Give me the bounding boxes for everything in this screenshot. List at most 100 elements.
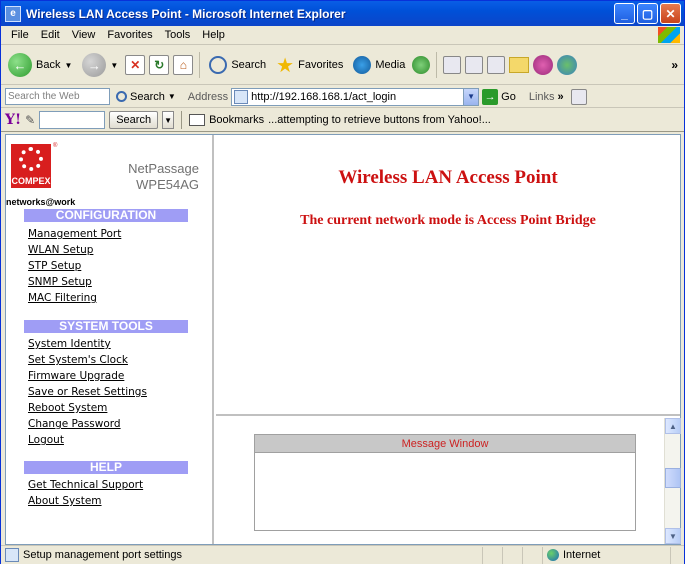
favorites-button[interactable]: ★ Favorites — [273, 50, 346, 80]
nav-mac-filtering[interactable]: MAC Filtering — [28, 292, 97, 304]
nav-about-system[interactable]: About System — [28, 495, 102, 507]
web-search-button[interactable]: Search ▼ — [113, 91, 179, 103]
menu-view[interactable]: View — [66, 29, 102, 41]
status-cell — [482, 546, 502, 564]
menu-edit[interactable]: Edit — [35, 29, 66, 41]
toolbar-overflow-icon[interactable]: » — [671, 58, 678, 72]
section-help: HELP — [24, 461, 188, 474]
nav-logout[interactable]: Logout — [28, 434, 64, 446]
scroll-up-icon[interactable]: ▲ — [665, 418, 681, 434]
web-search-label: Search — [130, 90, 165, 103]
main-frame: Wireless LAN Access Point The current ne… — [216, 135, 680, 416]
back-label: Back — [36, 59, 61, 71]
home-icon[interactable]: ⌂ — [173, 55, 194, 75]
message-window-title: Message Window — [255, 435, 635, 453]
forward-button[interactable]: → ▼ — [79, 50, 121, 80]
folder-icon[interactable] — [509, 57, 530, 73]
page-content: COMPEX ® NetPassage WPE54AG networks@wor… — [5, 134, 681, 545]
status-text: Setup management port settings — [23, 549, 182, 561]
network-mode-text: The current network mode is Access Point… — [300, 213, 596, 228]
links-label[interactable]: Links — [529, 91, 555, 103]
search-icon — [116, 91, 127, 102]
menu-favorites[interactable]: Favorites — [101, 29, 158, 41]
favorites-star-icon: ★ — [276, 54, 295, 77]
contacts-icon[interactable] — [557, 55, 578, 75]
yahoo-logo-icon[interactable]: Y! — [5, 112, 21, 128]
nav-snmp-setup[interactable]: SNMP Setup — [28, 276, 92, 288]
go-button[interactable]: → Go — [482, 88, 516, 105]
yahoo-toolbar: Y! ✎ Search ▼ Bookmarks ...attempting to… — [1, 109, 684, 132]
minimize-button[interactable]: _ — [614, 3, 635, 24]
vertical-scrollbar[interactable]: ▲ ▼ — [664, 418, 681, 544]
nav-set-clock[interactable]: Set System's Clock — [28, 354, 128, 366]
nav-system-identity[interactable]: System Identity — [28, 338, 111, 350]
ie-app-icon: e — [5, 5, 21, 22]
nav-stp-setup[interactable]: STP Setup — [28, 260, 81, 272]
address-row: Search the Web Search ▼ Address http://1… — [1, 86, 684, 108]
nav-save-reset[interactable]: Save or Reset Settings — [28, 386, 147, 398]
back-arrow-icon: ← — [8, 53, 32, 77]
internet-globe-icon — [547, 549, 559, 561]
web-search-input[interactable]: Search the Web — [5, 88, 110, 105]
refresh-icon[interactable]: ↻ — [149, 55, 170, 75]
web-search-dropdown-icon[interactable]: ▼ — [168, 92, 176, 101]
web-search-placeholder: Search the Web — [8, 91, 80, 102]
compex-logo: COMPEX — [11, 144, 51, 188]
mail-icon[interactable] — [443, 56, 462, 74]
go-arrow-icon: → — [482, 88, 499, 105]
toolbar-separator — [199, 52, 201, 78]
stop-icon[interactable]: ✕ — [125, 55, 146, 75]
yahoo-search-dropdown-icon[interactable]: ▼ — [162, 111, 175, 129]
product-name: NetPassage WPE54AG — [105, 161, 199, 193]
menu-file[interactable]: File — [5, 29, 35, 41]
search-button[interactable]: Search — [206, 50, 269, 80]
nav-reboot-system[interactable]: Reboot System — [28, 402, 107, 414]
product-line: NetPassage — [128, 161, 199, 176]
bookmarks-icon[interactable] — [189, 114, 206, 126]
nav-technical-support[interactable]: Get Technical Support — [28, 479, 143, 491]
nav-management-port[interactable]: Management Port — [28, 228, 121, 240]
maximize-button[interactable]: ▢ — [637, 3, 658, 24]
close-button[interactable]: ✕ — [660, 3, 681, 24]
nav-wlan-setup[interactable]: WLAN Setup — [28, 244, 93, 256]
translate-icon[interactable] — [570, 88, 587, 105]
menu-tools[interactable]: Tools — [159, 29, 197, 41]
history-icon[interactable] — [412, 56, 431, 74]
media-button[interactable]: Media — [350, 50, 408, 80]
nav-change-password[interactable]: Change Password — [28, 418, 121, 430]
yahoo-search-input[interactable] — [39, 111, 106, 129]
page-icon — [234, 89, 249, 104]
title-bar[interactable]: e Wireless LAN Access Point - Microsoft … — [1, 1, 684, 26]
browser-window: e Wireless LAN Access Point - Microsoft … — [0, 0, 685, 564]
address-dropdown-icon[interactable]: ▼ — [463, 88, 479, 105]
status-bar: Setup management port settings Internet — [1, 545, 684, 564]
menu-help[interactable]: Help — [196, 29, 231, 41]
resize-grip-icon[interactable] — [670, 546, 684, 564]
yahoo-search-button[interactable]: Search — [109, 111, 159, 129]
back-button[interactable]: ← Back ▼ — [5, 50, 75, 80]
forward-dropdown-icon[interactable]: ▼ — [110, 61, 118, 70]
nav-firmware-upgrade[interactable]: Firmware Upgrade — [28, 370, 124, 382]
status-cell — [522, 546, 542, 564]
scroll-thumb[interactable] — [665, 468, 681, 488]
page-title: Wireless LAN Access Point — [338, 167, 558, 188]
message-frame: Message Window ▲ ▼ — [216, 418, 681, 544]
go-label: Go — [501, 90, 516, 103]
address-input[interactable]: http://192.168.168.1/act_login ▼ — [231, 87, 480, 106]
links-overflow-icon[interactable]: » — [558, 91, 564, 103]
print-icon[interactable] — [465, 56, 484, 74]
back-dropdown-icon[interactable]: ▼ — [64, 61, 72, 70]
pencil-icon[interactable]: ✎ — [25, 113, 35, 127]
window-title: Wireless LAN Access Point - Microsoft In… — [26, 6, 346, 21]
scroll-down-icon[interactable]: ▼ — [665, 528, 681, 544]
edit-icon[interactable] — [487, 56, 506, 74]
section-system-tools: SYSTEM TOOLS — [24, 320, 188, 333]
favorites-label: Favorites — [298, 59, 344, 71]
media-icon — [353, 56, 372, 74]
yahoo-status-text: ...attempting to retrieve buttons from Y… — [268, 114, 491, 126]
message-window-body — [255, 453, 635, 461]
address-label: Address — [187, 90, 229, 103]
bookmarks-label[interactable]: Bookmarks — [209, 114, 264, 126]
messenger-icon[interactable] — [533, 55, 554, 75]
toolbar-separator — [181, 111, 183, 129]
